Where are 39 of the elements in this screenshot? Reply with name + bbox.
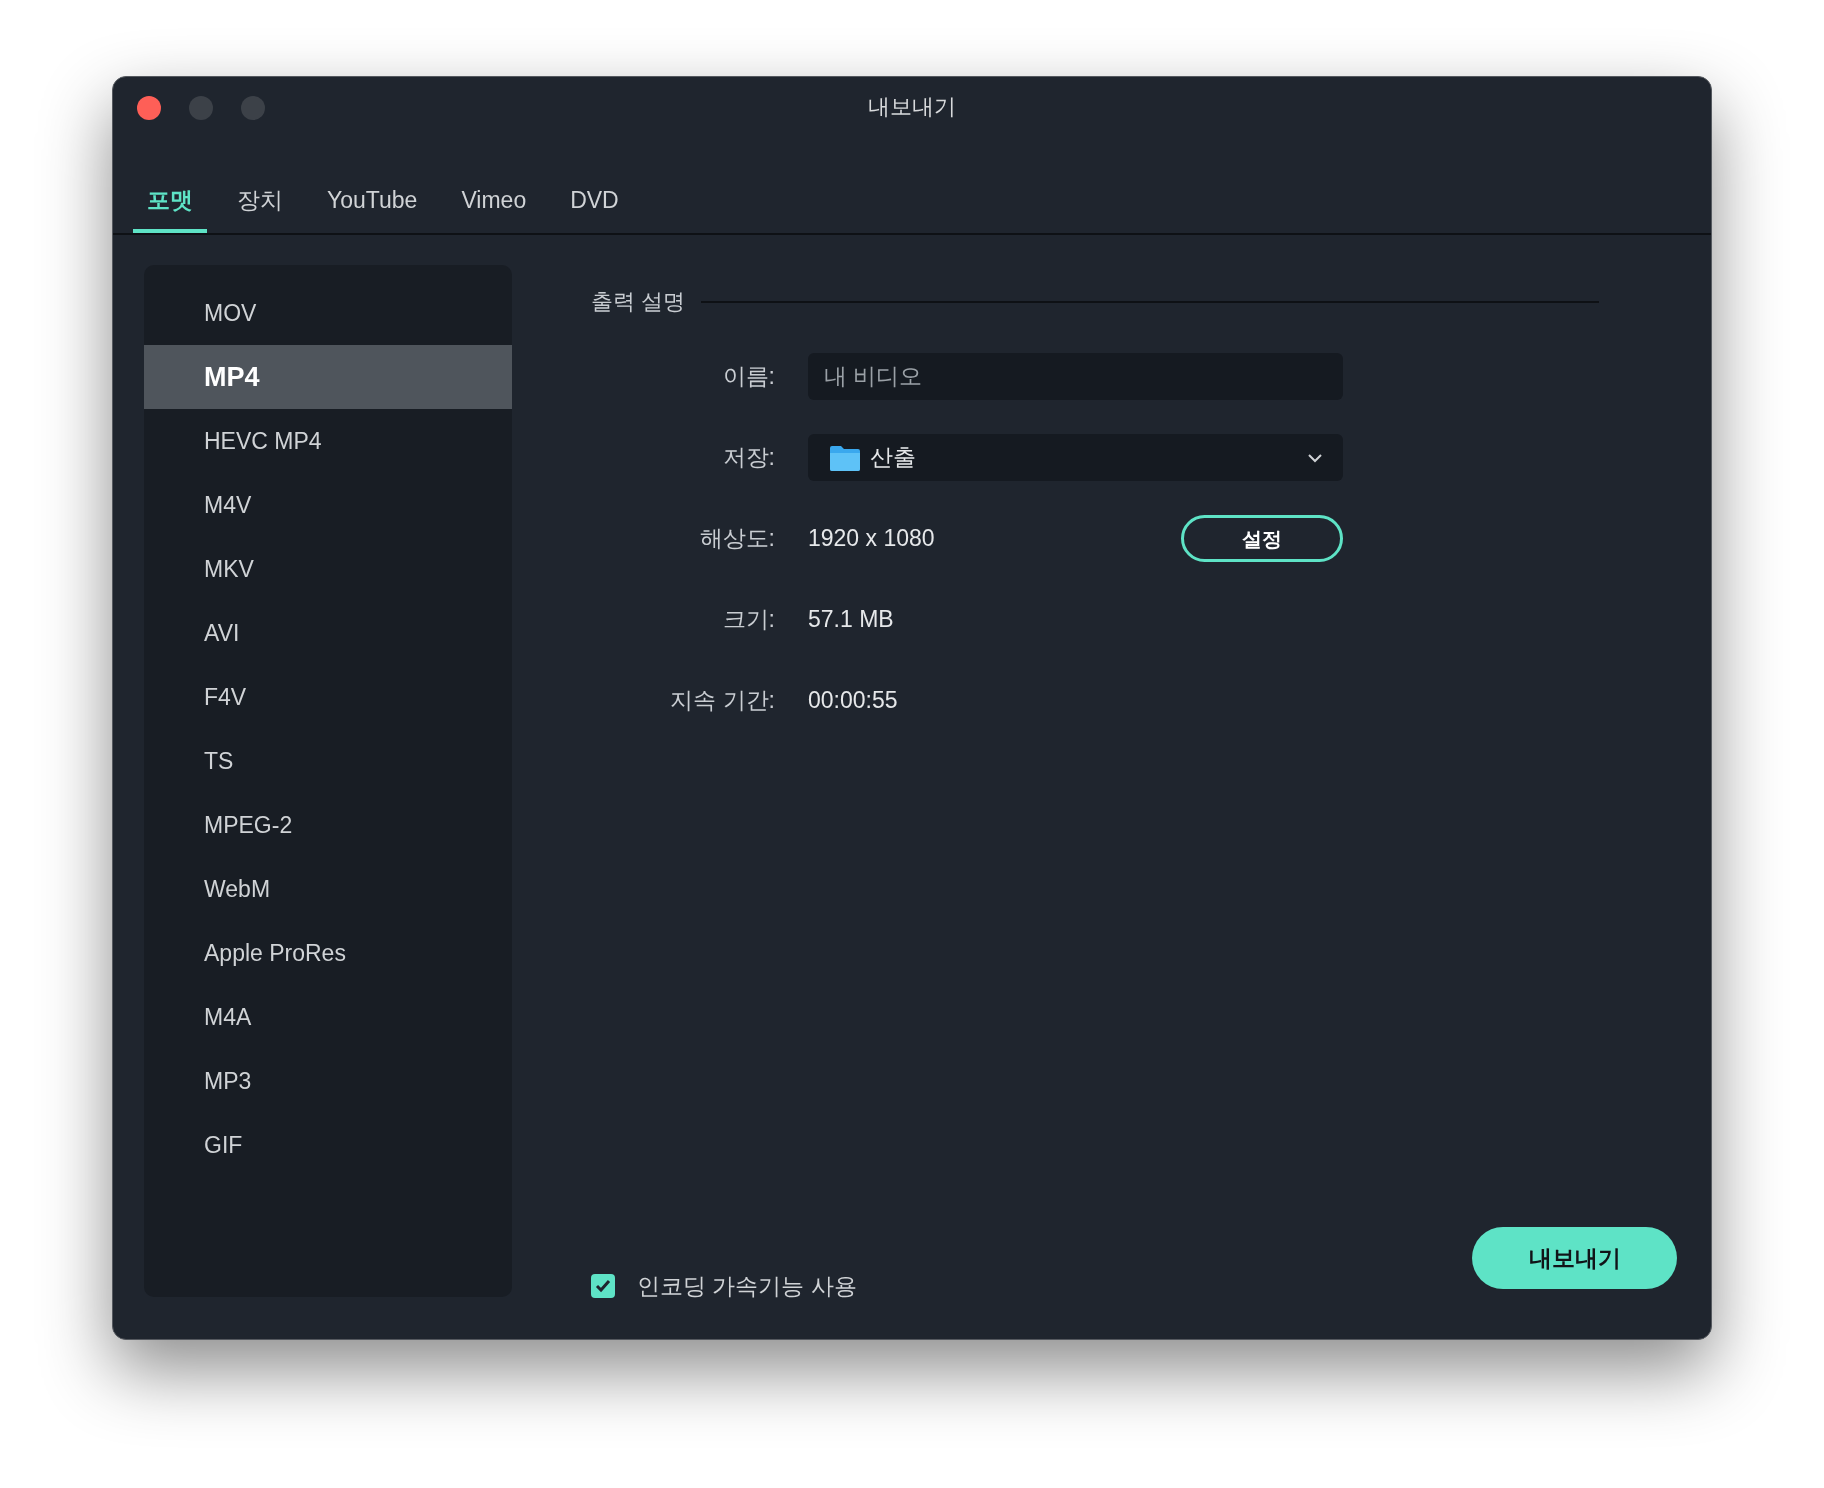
field-value: 00:00:55	[808, 686, 898, 716]
tab[interactable]: DVD	[556, 182, 633, 233]
checkmark-icon	[595, 1278, 611, 1293]
format-item[interactable]: HEVC MP4	[144, 409, 512, 473]
field-label: 해상도:	[699, 524, 775, 554]
field-label: 지속 기간:	[670, 686, 775, 716]
field-label: 이름:	[722, 362, 775, 392]
name-input-field[interactable]: 내 비디오	[808, 353, 1343, 400]
save-location-dropdown[interactable]: 산출	[808, 434, 1343, 481]
section-title: 출력 설명	[591, 288, 686, 316]
format-item[interactable]: MP4	[144, 345, 512, 409]
field-value: 1920 x 1080	[808, 524, 935, 554]
checkbox-label: 인코딩 가속기능 사용	[637, 1271, 857, 1301]
format-item[interactable]: F4V	[144, 665, 512, 729]
field-value: 57.1 MB	[808, 605, 894, 635]
export-button[interactable]: 내보내기	[1472, 1227, 1677, 1289]
tab[interactable]: 포맷	[133, 182, 207, 233]
format-item[interactable]: Apple ProRes	[144, 921, 512, 985]
format-item[interactable]: TS	[144, 729, 512, 793]
field-label: 크기:	[722, 605, 775, 635]
chevron-down-icon	[1307, 452, 1323, 463]
format-item[interactable]: AVI	[144, 601, 512, 665]
format-item[interactable]: MP3	[144, 1049, 512, 1113]
format-item[interactable]: GIF	[144, 1113, 512, 1177]
format-item[interactable]: MPEG-2	[144, 793, 512, 857]
close-button[interactable]	[137, 96, 161, 120]
acceleration-checkbox[interactable]	[591, 1273, 615, 1298]
tab[interactable]: 장치	[223, 182, 297, 233]
tab[interactable]: YouTube	[313, 182, 432, 233]
format-item[interactable]: M4A	[144, 985, 512, 1049]
format-item[interactable]: MKV	[144, 537, 512, 601]
tab[interactable]: Vimeo	[447, 182, 541, 233]
settings-button[interactable]: 설정	[1181, 515, 1343, 562]
format-item[interactable]: M4V	[144, 473, 512, 537]
field-label: 저장:	[722, 443, 775, 473]
format-item[interactable]: WebM	[144, 857, 512, 921]
window-title: 내보내기	[868, 92, 956, 121]
folder-icon	[828, 443, 862, 472]
format-item[interactable]: MOV	[144, 281, 512, 345]
